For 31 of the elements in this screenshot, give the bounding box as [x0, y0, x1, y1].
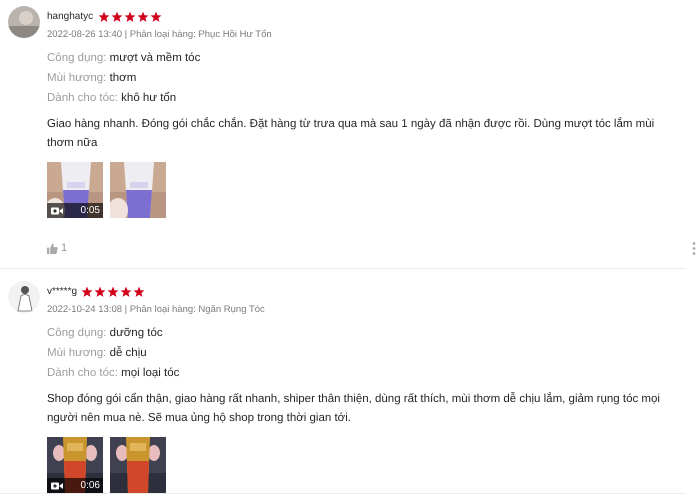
- like-count: 1: [61, 242, 68, 254]
- star-icon: [98, 11, 110, 23]
- star-icon: [150, 11, 162, 23]
- star-icon: [120, 286, 132, 298]
- attribute-line: Dành cho tóc: mọi loại tóc: [47, 366, 180, 381]
- attribute-line: Mùi hương: dễ chịu: [47, 346, 148, 361]
- avatar-icon: [8, 6, 40, 38]
- avatar-icon: [8, 281, 40, 313]
- more-icon[interactable]: [692, 242, 696, 254]
- username: v*****g: [47, 285, 78, 299]
- attribute-line: Công dụng: mượt và mềm tóc: [47, 51, 202, 66]
- video-duration: 0:06: [80, 480, 100, 491]
- attribute-line: Mùi hương: thơm: [47, 71, 138, 86]
- review-text: Shop đóng gói cẩn thận, giao hàng rất nhanh, shiper thân thiện, dùng rất thích, mùi thơm dễ chịu lắm, giảm rụng tóc mọi người nên mua nè. Sẽ mua ủng hộ shop trong thời gian tới.: [47, 391, 661, 426]
- star-icon: [136, 11, 149, 23]
- star-icon: [110, 11, 123, 23]
- star-icon: [81, 286, 94, 298]
- star-icon: [107, 286, 120, 298]
- username: hanghatyc: [47, 10, 94, 24]
- review-text: Giao hàng nhanh. Đóng gói chắc chắn. Đặt hàng từ trưa qua mà sau 1 ngày đã nhận được rồi. Dùng mượt tóc lắm mùi thơm nữa: [47, 116, 656, 151]
- star-icon: [124, 11, 136, 23]
- video-camera-icon: [51, 206, 63, 214]
- video-camera-icon: [51, 482, 63, 490]
- thumbs-up-icon[interactable]: [47, 242, 58, 254]
- video-duration: 0:05: [80, 205, 100, 216]
- star-icon: [133, 286, 146, 298]
- review-meta: 2022-10-24 13:08 | Phân loại hàng: Ngăn Rụng Tóc: [47, 303, 266, 317]
- review-meta: 2022-08-26 13:40 | Phân loại hàng: Phục Hồi Hư Tổn: [47, 28, 273, 42]
- attribute-line: Công dụng: dưỡng tóc: [47, 326, 164, 341]
- attribute-line: Dành cho tóc: khô hư tổn: [47, 91, 178, 106]
- star-icon: [94, 286, 106, 298]
